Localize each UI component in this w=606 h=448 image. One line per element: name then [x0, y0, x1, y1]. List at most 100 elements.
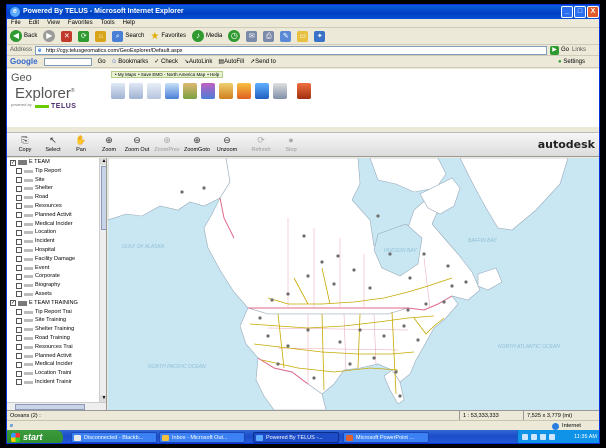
- volume-icon[interactable]: [531, 434, 537, 440]
- measure-icon[interactable]: [201, 83, 215, 99]
- view-tool-zoomprev[interactable]: ⊕ ZoomPrev: [153, 135, 181, 153]
- layer-item[interactable]: Planned Activit: [7, 211, 106, 220]
- exit-door-icon[interactable]: [297, 83, 311, 99]
- layer-group[interactable]: ✓ E TEAM TRAINING: [7, 299, 106, 308]
- layer-checkbox[interactable]: [16, 256, 22, 263]
- layer-checkbox[interactable]: [16, 335, 22, 342]
- layer-item[interactable]: Site Training: [7, 316, 106, 325]
- print-map-icon[interactable]: [165, 83, 179, 99]
- layer-checkbox[interactable]: [16, 344, 22, 351]
- layer-checkbox[interactable]: [16, 247, 22, 254]
- layers-icon[interactable]: [129, 83, 143, 99]
- layer-checkbox[interactable]: [16, 326, 22, 333]
- tools-icon[interactable]: [273, 83, 287, 99]
- menu-edit[interactable]: Edit: [29, 19, 39, 27]
- layer-item[interactable]: Incident: [7, 237, 106, 246]
- layer-checkbox[interactable]: [16, 177, 22, 184]
- taskbar-item[interactable]: Powered By TELUS -...: [253, 432, 339, 443]
- menu-tools[interactable]: Tools: [101, 19, 115, 27]
- link-save-map[interactable]: • Save EMO - North America Map: [138, 72, 205, 77]
- layer-checkbox[interactable]: [16, 291, 22, 298]
- layer-checkbox[interactable]: [16, 168, 22, 175]
- history-icon[interactable]: ◷: [228, 30, 241, 42]
- taskbar-item[interactable]: Disconnected - Blackb...: [71, 432, 157, 443]
- report-icon[interactable]: [147, 83, 161, 99]
- google-autolink-button[interactable]: ↘AutoLink: [184, 58, 212, 65]
- layer-horizontal-scrollbar[interactable]: [7, 402, 106, 410]
- google-search-input[interactable]: [43, 57, 92, 66]
- layer-item[interactable]: Incident Trainir: [7, 378, 106, 387]
- layer-checkbox[interactable]: ✓: [10, 300, 16, 307]
- layer-item[interactable]: Facility Damage: [7, 255, 106, 264]
- layer-vertical-scrollbar[interactable]: ▲ ▼: [99, 158, 106, 402]
- layer-item[interactable]: Shelter Training: [7, 325, 106, 334]
- layer-checkbox[interactable]: [16, 212, 22, 219]
- layer-item[interactable]: Assets: [7, 290, 106, 299]
- layer-item[interactable]: Tip Report Trai: [7, 308, 106, 317]
- view-tool-select[interactable]: ↖ Select: [39, 135, 67, 153]
- google-settings-button[interactable]: ● Settings: [558, 59, 585, 65]
- edit-icon[interactable]: ✎: [280, 30, 292, 42]
- view-tool-refresh[interactable]: ⟳ Refresh: [247, 135, 275, 153]
- layer-item[interactable]: Resources Trai: [7, 343, 106, 352]
- view-tool-zoom[interactable]: ⊕ Zoom: [95, 135, 123, 153]
- view-tool-zoomgoto[interactable]: ⊕ ZoomGoto: [183, 135, 211, 153]
- layer-checkbox[interactable]: [16, 282, 22, 289]
- clock[interactable]: 11:35 AM: [574, 434, 597, 440]
- network-icon[interactable]: [522, 434, 528, 440]
- layer-checkbox[interactable]: [16, 203, 22, 210]
- menu-help[interactable]: Help: [123, 19, 135, 27]
- antivirus-icon[interactable]: [540, 434, 546, 440]
- layer-item[interactable]: Shelter: [7, 184, 106, 193]
- layer-item[interactable]: Medical Incider: [7, 220, 106, 229]
- mail-icon[interactable]: ✉: [246, 30, 258, 42]
- start-button[interactable]: start: [7, 430, 63, 443]
- google-go-button[interactable]: Go: [98, 59, 106, 65]
- go-button[interactable]: ▶ Go: [550, 45, 569, 55]
- layer-properties-icon[interactable]: [237, 83, 251, 99]
- search-button[interactable]: ⌕ Search: [112, 30, 144, 42]
- layer-checkbox[interactable]: [16, 221, 22, 228]
- layer-checkbox[interactable]: [16, 370, 22, 377]
- map-view[interactable]: GULF OF ALASKA BAFFIN BAY NORTH ATLANTIC…: [108, 158, 600, 410]
- print-icon[interactable]: ⎙: [263, 30, 275, 42]
- map-grid-icon[interactable]: [111, 83, 125, 99]
- taskbar-item[interactable]: Inbox - Microsoft Out...: [159, 432, 245, 443]
- north-america-map[interactable]: GULF OF ALASKA BAFFIN BAY NORTH ATLANTIC…: [108, 158, 600, 410]
- layer-checkbox[interactable]: ✓: [10, 159, 16, 166]
- favorites-button[interactable]: ★ Favorites: [150, 31, 186, 42]
- globe-icon[interactable]: [183, 83, 197, 99]
- view-tool-stop[interactable]: ● Stop: [277, 135, 305, 153]
- view-tool-zoom-out[interactable]: ⊖ Zoom Out: [123, 135, 151, 153]
- layer-item[interactable]: Location Traini: [7, 369, 106, 378]
- layer-item[interactable]: Event: [7, 264, 106, 273]
- layer-item[interactable]: Road: [7, 193, 106, 202]
- scroll-up-arrow-icon[interactable]: ▲: [100, 158, 106, 165]
- minimize-button[interactable]: _: [561, 6, 573, 18]
- google-autofill-button[interactable]: ▤AutoFill: [218, 58, 244, 65]
- layer-checkbox[interactable]: [16, 265, 22, 272]
- forward-button[interactable]: ▶: [43, 30, 56, 42]
- address-input[interactable]: http://cgy.telusgeomatics.com/GeoExplore…: [35, 45, 548, 55]
- layer-scroll-thumb[interactable]: [101, 166, 106, 230]
- links-button[interactable]: Links: [572, 47, 586, 53]
- layer-checkbox[interactable]: [16, 273, 22, 280]
- stop-icon[interactable]: ✕: [61, 30, 73, 42]
- layer-item[interactable]: Biography: [7, 281, 106, 290]
- menu-view[interactable]: View: [47, 19, 60, 27]
- layer-checkbox[interactable]: [16, 309, 22, 316]
- messenger-icon[interactable]: ✦: [314, 30, 326, 42]
- messenger-tray-icon[interactable]: [549, 434, 555, 440]
- view-tool-copy[interactable]: ⎘ Copy: [11, 135, 39, 153]
- view-tool-unzoom[interactable]: ⊖ Unzoom: [213, 135, 241, 153]
- back-button[interactable]: ◀ Back: [10, 30, 37, 42]
- maximize-button[interactable]: □: [574, 6, 586, 18]
- taskbar-item[interactable]: Microsoft PowerPoint ...: [343, 432, 429, 443]
- menu-file[interactable]: File: [11, 19, 21, 27]
- home-icon[interactable]: ⌂: [95, 30, 107, 42]
- layer-item[interactable]: Location: [7, 228, 106, 237]
- layer-item[interactable]: Medical Incider: [7, 360, 106, 369]
- link-my-maps[interactable]: • My Maps: [115, 72, 136, 77]
- layer-checkbox[interactable]: [16, 238, 22, 245]
- link-help[interactable]: • Help: [207, 72, 219, 77]
